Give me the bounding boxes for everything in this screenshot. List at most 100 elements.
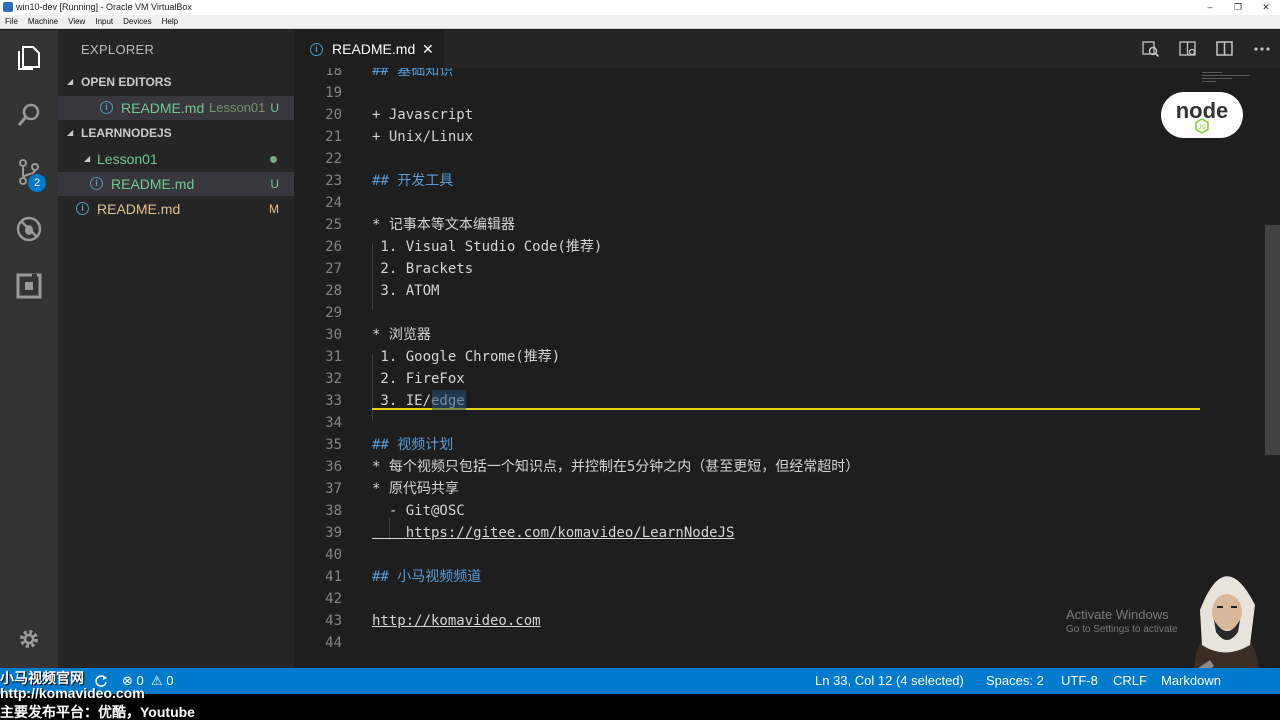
split-editor-button[interactable] — [1206, 30, 1243, 68]
explorer-sidebar: EXPLORER ◢ OPEN EDITORS i README.md Less… — [58, 30, 294, 668]
activity-bar: 2 — [0, 30, 58, 668]
line-number: 30 — [325, 327, 342, 343]
files-icon — [18, 46, 40, 70]
line-text: ## 视频计划 — [372, 437, 454, 453]
caret-down-icon: ◢ — [67, 77, 74, 86]
file-status: M — [269, 202, 279, 216]
overlay-channel-url: http://komavideo.com — [0, 685, 145, 701]
line-number: 33 — [325, 393, 342, 409]
folder-name: Lesson01 — [97, 151, 158, 167]
end-of-line[interactable]: CRLF — [1113, 668, 1147, 694]
menu-machine[interactable]: Machine — [23, 15, 63, 28]
line-number: 31 — [325, 349, 342, 365]
menu-view[interactable]: View — [63, 15, 90, 28]
close-tab-icon[interactable]: ✕ — [422, 30, 434, 68]
activity-settings[interactable] — [0, 611, 58, 667]
code-line: 32 2. FireFox — [294, 368, 1254, 390]
split-editor-icon — [1215, 41, 1233, 56]
code-editor[interactable]: 18 ## 基础知识 19 20 + Javascript 21 + Unix/Lin… — [294, 68, 1280, 668]
line-text: 2. FireFox — [372, 371, 465, 387]
code-line: 35 ## 视频计划 — [294, 434, 1254, 456]
logo-sub: JS — [1198, 125, 1205, 131]
activate-windows-watermark: Activate Windows Go to Settings to activ… — [1066, 607, 1178, 637]
line-text: ## 开发工具 — [372, 173, 454, 189]
vm-menu-bar: File Machine View Input Devices Help — [0, 15, 1280, 29]
line-number: 24 — [325, 195, 342, 211]
activity-explorer[interactable] — [0, 30, 58, 86]
gear-icon — [20, 630, 38, 648]
line-number: 40 — [325, 547, 342, 563]
open-preview-side-button[interactable] — [1169, 30, 1206, 68]
more-actions-button[interactable] — [1243, 30, 1280, 68]
menu-help[interactable]: Help — [157, 15, 183, 28]
activity-extensions[interactable] — [0, 258, 58, 314]
minimize-button[interactable]: – — [1196, 0, 1224, 15]
minimap[interactable] — [1200, 70, 1260, 90]
ellipsis-icon — [1253, 47, 1270, 51]
line-text: * 记事本等文本编辑器 — [372, 217, 515, 233]
activate-line1: Activate Windows — [1066, 607, 1169, 622]
code-line: 20 + Javascript — [294, 104, 1254, 126]
indentation[interactable]: Spaces: 2 — [986, 668, 1044, 694]
code-line: 31 1. Google Chrome(推荐) — [294, 346, 1254, 368]
line-number: 27 — [325, 261, 342, 277]
source-control-badge: 2 — [28, 174, 46, 192]
encoding[interactable]: UTF-8 — [1061, 668, 1098, 694]
file-item[interactable]: i README.md U — [58, 172, 294, 196]
line-number: 44 — [325, 635, 342, 651]
tab-readme[interactable]: i README.md ✕ — [294, 30, 444, 68]
preview-search-icon — [1141, 41, 1159, 58]
tab-label: README.md — [332, 41, 416, 57]
menu-input[interactable]: Input — [90, 15, 118, 28]
virtualbox-icon — [3, 2, 13, 12]
line-number: 23 — [325, 173, 342, 189]
code-line: 21 + Unix/Linux — [294, 126, 1254, 148]
folder-lesson01[interactable]: ◢ Lesson01 — [58, 147, 294, 171]
code-line: 23 ## 开发工具 — [294, 170, 1254, 192]
nodejs-logo: node JS — [1161, 92, 1243, 138]
code-line: 18 ## 基础知识 — [294, 68, 1254, 82]
section-project[interactable]: ◢ LEARNNODEJS — [58, 121, 294, 145]
maximize-button[interactable]: ❐ — [1224, 0, 1252, 15]
open-editor-item[interactable]: i README.md Lesson01 U — [58, 96, 294, 120]
warning-count: 0 — [166, 673, 174, 688]
section-open-editors[interactable]: ◢ OPEN EDITORS — [58, 70, 294, 94]
language-mode[interactable]: Markdown — [1161, 668, 1221, 694]
line-text: * 浏览器 — [372, 327, 431, 343]
status-bar: ⊗ 0 ⚠ 0 Ln 33, Col 12 (4 selected) Space… — [0, 668, 1280, 694]
editor-scrollbar-thumb[interactable] — [1265, 225, 1280, 455]
line-text: ## 小马视频频道 — [372, 569, 482, 585]
line-text: 2. Brackets — [372, 261, 474, 277]
activity-source-control[interactable]: 2 — [0, 144, 58, 200]
file-status: U — [270, 177, 279, 191]
close-button[interactable]: ✕ — [1252, 0, 1280, 15]
file-name: README.md — [111, 176, 195, 192]
line-text: 3. ATOM — [372, 283, 440, 299]
code-line: 41 ## 小马视频频道 — [294, 566, 1254, 588]
line-number: 22 — [325, 151, 342, 167]
line-text: + Javascript — [372, 107, 474, 123]
line-text: 1. Visual Studio Code(推荐) — [372, 239, 603, 255]
line-number: 19 — [325, 85, 342, 101]
file-item[interactable]: i README.md M — [58, 197, 294, 221]
menu-devices[interactable]: Devices — [118, 15, 156, 28]
menu-file[interactable]: File — [0, 15, 23, 28]
info-file-icon: i — [100, 101, 113, 114]
editor-tab-bar: i README.md ✕ — [294, 30, 1280, 68]
activity-search[interactable] — [0, 87, 58, 143]
line-text[interactable]: https://gitee.com/komavideo/LearnNodeJS — [372, 522, 735, 544]
code-line: 40 — [294, 544, 1254, 566]
cursor-position[interactable]: Ln 33, Col 12 (4 selected) — [815, 668, 964, 694]
line-number: 36 — [325, 459, 342, 475]
code-line: 38 - Git@OSC — [294, 500, 1254, 522]
selection-highlight — [432, 390, 466, 410]
line-text: * 每个视频只包括一个知识点，并控制在5分钟之内（甚至更短，但经常超时） — [372, 459, 860, 475]
search-icon — [17, 103, 40, 126]
line-number: 43 — [325, 613, 342, 629]
caret-down-icon: ◢ — [84, 154, 91, 163]
code-line: 39 https://gitee.com/komavideo/LearnNode… — [294, 522, 1254, 544]
code-line: 26 1. Visual Studio Code(推荐) — [294, 236, 1254, 258]
line-text[interactable]: http://komavideo.com — [372, 610, 541, 632]
open-preview-button[interactable] — [1132, 30, 1169, 68]
activity-debug[interactable] — [0, 201, 58, 257]
